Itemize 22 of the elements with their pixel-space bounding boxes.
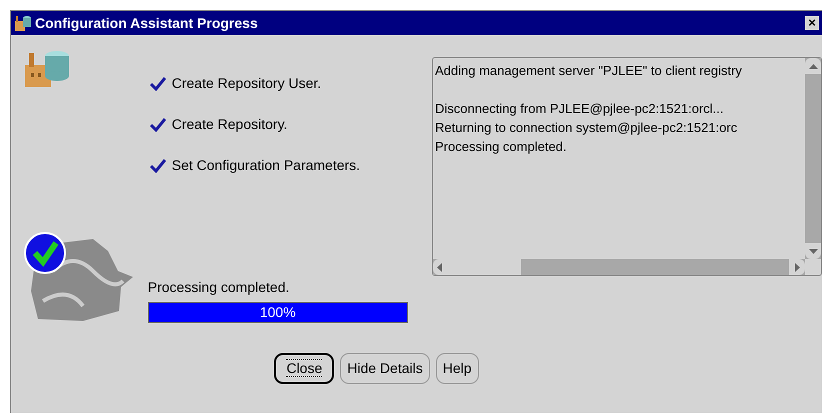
progress-percent: 100%: [258, 303, 297, 322]
scroll-up-icon[interactable]: [805, 58, 821, 74]
log-line: Processing completed.: [435, 138, 568, 156]
window-title: Configuration Assistant Progress: [35, 14, 259, 33]
progress-label: Processing completed.: [148, 278, 290, 297]
step-label: Create Repository User.: [172, 74, 322, 93]
scroll-thumb[interactable]: [433, 259, 521, 275]
log-line: Returning to connection system@pjlee-pc2:1521:orc: [435, 119, 738, 137]
horizontal-scrollbar[interactable]: [433, 259, 805, 275]
log-line: Adding management server "PJLEE" to client registry: [435, 62, 743, 80]
close-button[interactable]: ×: [805, 16, 819, 30]
log-line: Disconnecting from PJLEE@pjlee-pc2:1521:orcl...: [435, 100, 725, 118]
step-label: Set Configuration Parameters.: [172, 156, 360, 175]
dialog-button[interactable]: Help: [436, 353, 479, 384]
dialog-button[interactable]: Close: [274, 353, 334, 384]
dialog-button[interactable]: Hide Details: [340, 353, 430, 384]
step-label: Create Repository.: [172, 115, 288, 134]
vertical-scrollbar[interactable]: [805, 58, 821, 259]
scroll-down-icon[interactable]: [805, 243, 821, 259]
factory-database-icon: [14, 14, 32, 32]
scroll-right-icon[interactable]: [789, 259, 805, 275]
factory-database-icon: [23, 49, 71, 89]
